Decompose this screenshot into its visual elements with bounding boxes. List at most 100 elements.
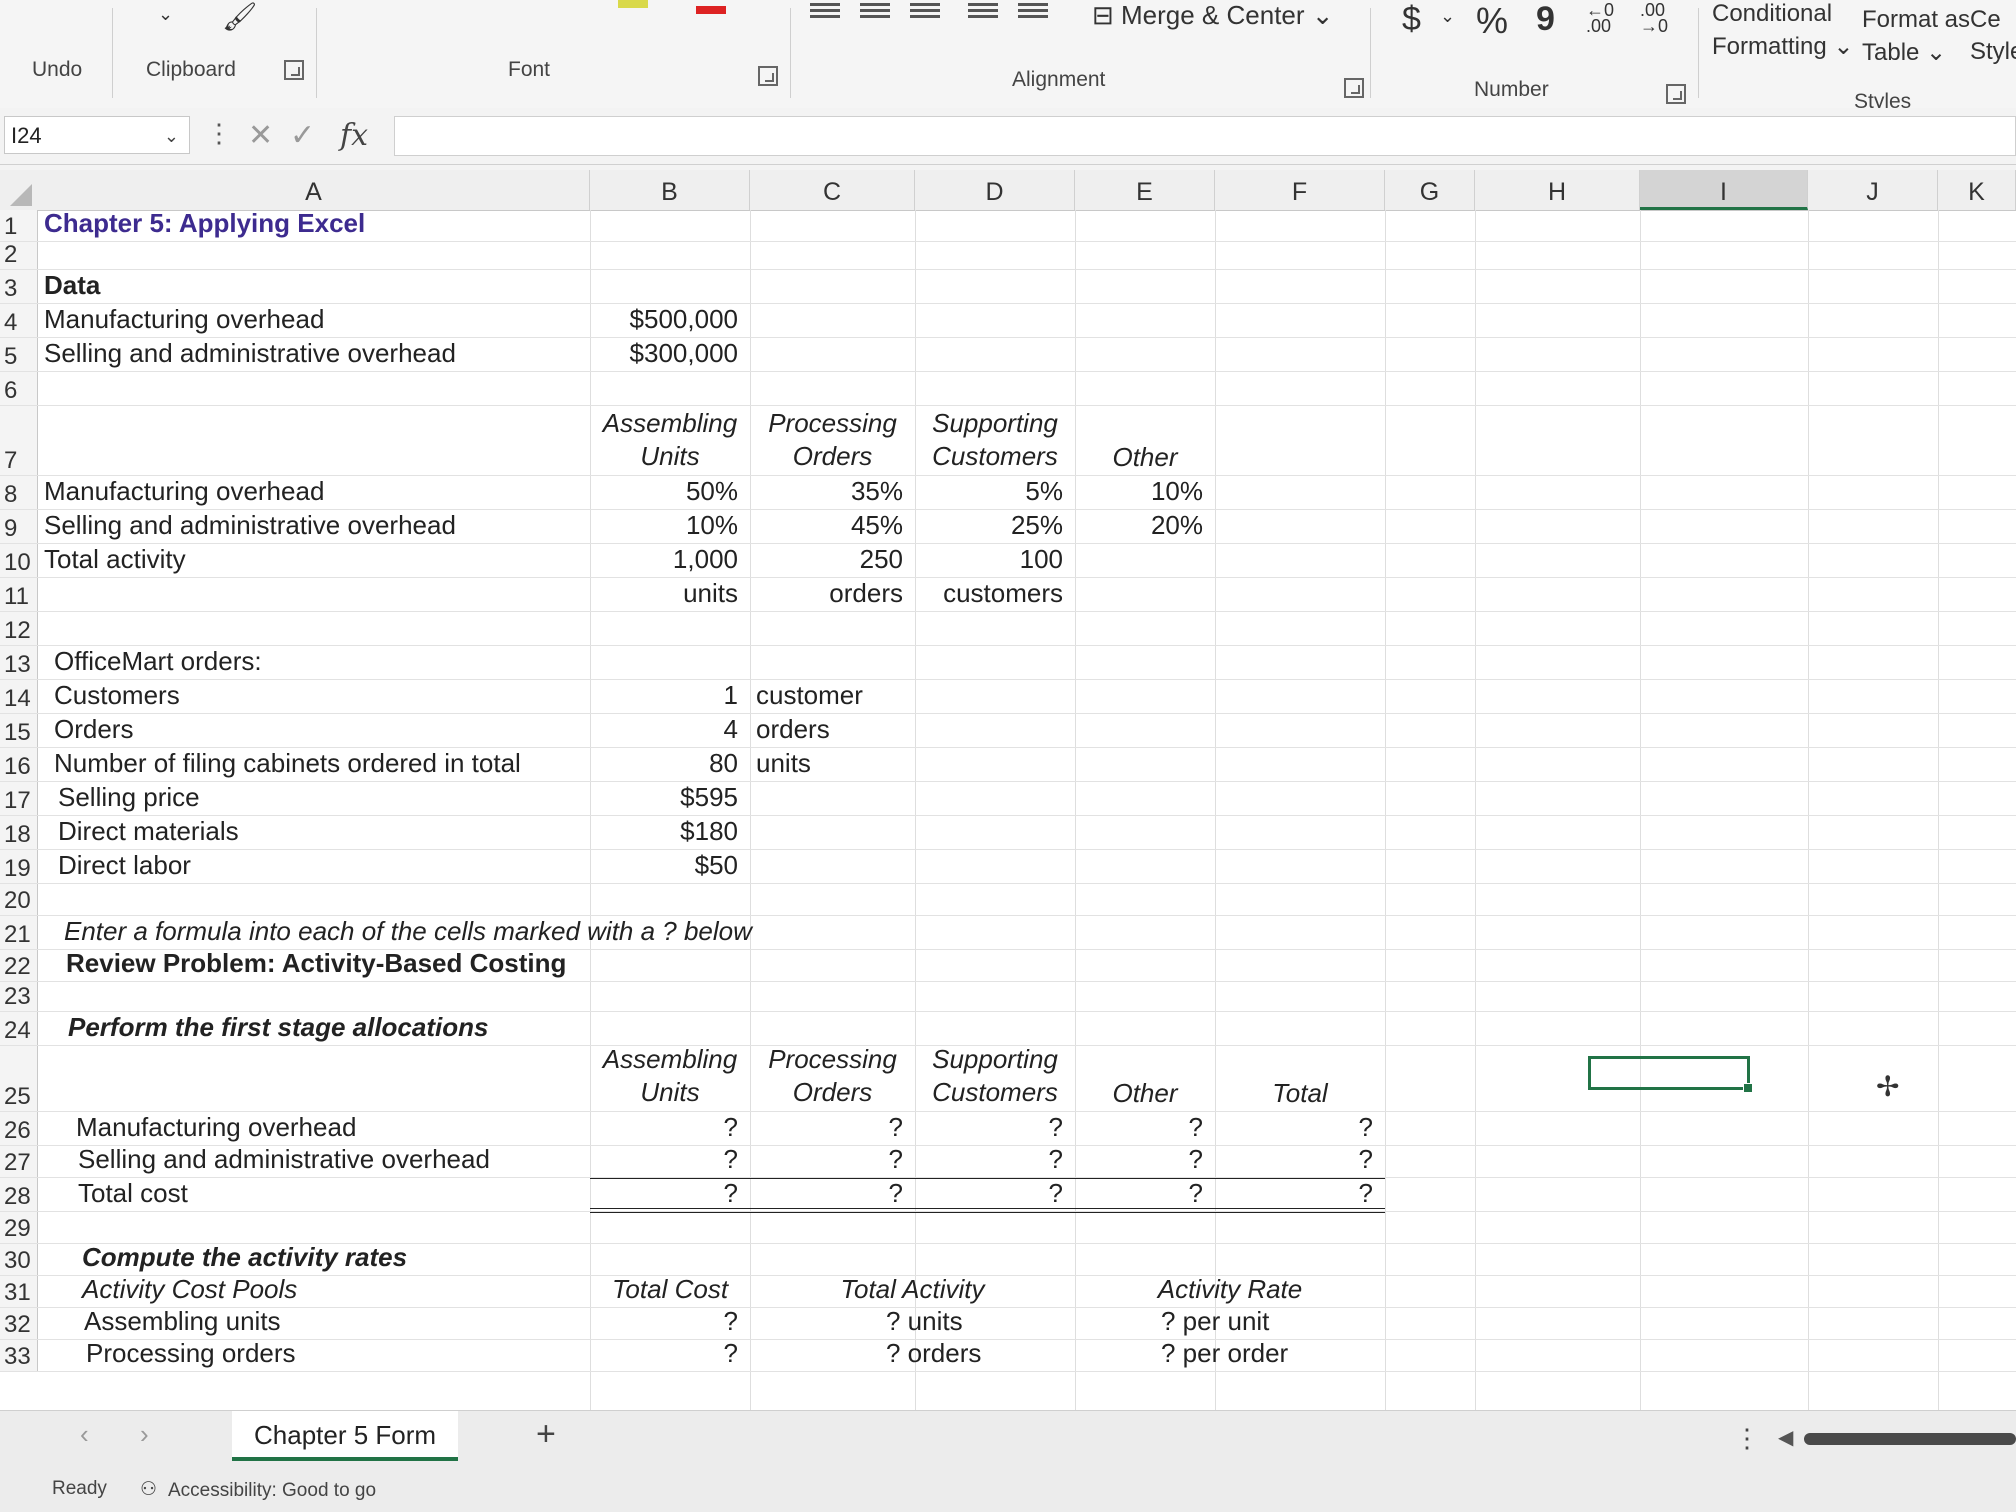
cell-c27[interactable]: ? <box>750 1144 915 1177</box>
row-header[interactable]: 1 <box>0 210 38 241</box>
worksheet-grid[interactable]: A B C D E F G H I J K 1 Chapter 5: Apply… <box>0 170 2016 1410</box>
cell-a4[interactable]: Manufacturing overhead <box>38 304 324 337</box>
increase-decimal-button[interactable]: ←0 .00 <box>1586 1 1620 35</box>
cell-b32[interactable]: ? <box>590 1306 750 1339</box>
row-header[interactable]: 11 <box>0 578 38 611</box>
more-options-icon[interactable]: ⋮ <box>1734 1423 1760 1454</box>
cell-b11[interactable]: units <box>590 578 750 611</box>
row-header[interactable]: 3 <box>0 270 38 303</box>
row-header[interactable]: 27 <box>0 1146 38 1177</box>
cell-e27[interactable]: ? <box>1075 1144 1215 1177</box>
decrease-indent-icon[interactable] <box>968 0 998 24</box>
tab-scroll-right-icon[interactable]: › <box>140 1419 149 1450</box>
cell-a30[interactable]: Compute the activity rates <box>76 1242 407 1275</box>
cell-d9[interactable]: 25% <box>915 510 1075 543</box>
row-header[interactable]: 5 <box>0 338 38 371</box>
cell-c26[interactable]: ? <box>750 1112 915 1145</box>
cell-a24[interactable]: Perform the first stage allocations <box>62 1012 488 1045</box>
cell-b33[interactable]: ? <box>590 1338 750 1371</box>
row-header[interactable]: 2 <box>0 241 38 269</box>
column-header-k[interactable]: K <box>1938 170 2016 210</box>
cell-b16[interactable]: 80 <box>590 748 750 781</box>
tab-scroll-left-icon[interactable]: ‹ <box>80 1419 89 1450</box>
row-header[interactable]: 17 <box>0 782 38 815</box>
cell-d25[interactable]: Supporting Customers <box>915 1044 1075 1111</box>
cell-a18[interactable]: Direct materials <box>52 816 239 849</box>
row-header[interactable]: 21 <box>0 916 38 949</box>
add-sheet-button[interactable]: + <box>536 1415 556 1454</box>
cell-e33[interactable]: ? per order <box>1155 1338 1385 1371</box>
sheet-tab-chapter5[interactable]: Chapter 5 Form <box>232 1411 459 1461</box>
currency-button[interactable]: $ <box>1402 0 1421 39</box>
cell-a33[interactable]: Processing orders <box>80 1338 296 1371</box>
format-as-table-button[interactable]: Format as Table ⌄ <box>1862 6 1970 67</box>
cell-e26[interactable]: ? <box>1075 1112 1215 1145</box>
cell-c11[interactable]: orders <box>750 578 915 611</box>
cell-a15[interactable]: Orders <box>48 714 133 747</box>
cancel-icon[interactable]: ✕ <box>248 118 273 153</box>
name-box-dropdown-icon[interactable]: ⌄ <box>164 117 179 155</box>
column-header-a[interactable]: A <box>38 170 590 210</box>
column-header-j[interactable]: J <box>1808 170 1938 210</box>
cell-a1[interactable]: Chapter 5: Applying Excel <box>38 208 365 241</box>
row-header[interactable]: 30 <box>0 1244 38 1275</box>
cell-b28[interactable]: ? <box>590 1178 750 1211</box>
cell-c31[interactable]: Total Activity <box>750 1274 1075 1307</box>
row-header[interactable]: 26 <box>0 1112 38 1145</box>
percent-button[interactable]: % <box>1476 0 1508 42</box>
cell-b4[interactable]: $500,000 <box>590 304 750 337</box>
column-header-e[interactable]: E <box>1075 170 1215 210</box>
cell-c16[interactable]: units <box>750 748 915 781</box>
name-box[interactable]: I24 ⌄ <box>4 116 190 154</box>
row-header[interactable]: 24 <box>0 1012 38 1045</box>
cell-a14[interactable]: Customers <box>48 680 180 713</box>
cell-a10[interactable]: Total activity <box>38 544 186 577</box>
cell-a22[interactable]: Review Problem: Activity-Based Costing <box>60 948 566 981</box>
cell-a21[interactable]: Enter a formula into each of the cells m… <box>58 916 752 949</box>
align-right-icon[interactable] <box>910 0 940 24</box>
cell-c9[interactable]: 45% <box>750 510 915 543</box>
number-launcher-icon[interactable] <box>1666 84 1686 104</box>
cell-e7[interactable]: Other <box>1075 406 1215 475</box>
horizontal-scrollbar[interactable] <box>1804 1433 2016 1445</box>
row-header[interactable]: 12 <box>0 612 38 645</box>
cell-c8[interactable]: 35% <box>750 476 915 509</box>
row-header[interactable]: 7 <box>0 406 38 475</box>
cell-b31[interactable]: Total Cost <box>590 1274 750 1307</box>
cell-e9[interactable]: 20% <box>1075 510 1215 543</box>
cell-b10[interactable]: 1,000 <box>590 544 750 577</box>
row-header[interactable]: 14 <box>0 680 38 713</box>
cell-b18[interactable]: $180 <box>590 816 750 849</box>
column-header-i[interactable]: I <box>1640 170 1808 210</box>
accessibility-icon[interactable]: ⚇ <box>140 1478 157 1501</box>
merge-center-button[interactable]: ⊟ Merge & Center ⌄ <box>1092 0 1334 31</box>
row-header[interactable]: 20 <box>0 884 38 915</box>
cell-c14[interactable]: customer <box>750 680 915 713</box>
cell-d27[interactable]: ? <box>915 1144 1075 1177</box>
alignment-launcher-icon[interactable] <box>1344 78 1364 98</box>
row-header[interactable]: 10 <box>0 544 38 577</box>
row-header[interactable]: 22 <box>0 950 38 981</box>
cell-b7[interactable]: Assembling Units <box>590 406 750 475</box>
column-header-f[interactable]: F <box>1215 170 1385 210</box>
active-cell-selection[interactable] <box>1588 1056 1753 1093</box>
cell-b26[interactable]: ? <box>590 1112 750 1145</box>
font-color-icon[interactable] <box>696 6 726 14</box>
cell-d28[interactable]: ? <box>915 1178 1075 1211</box>
row-header[interactable]: 28 <box>0 1178 38 1211</box>
cell-e8[interactable]: 10% <box>1075 476 1215 509</box>
cell-e25[interactable]: Other <box>1075 1046 1215 1111</box>
row-header[interactable]: 15 <box>0 714 38 747</box>
cell-b8[interactable]: 50% <box>590 476 750 509</box>
cell-a19[interactable]: Direct labor <box>52 850 191 883</box>
cell-e31[interactable]: Activity Rate <box>1075 1274 1385 1307</box>
row-header[interactable]: 23 <box>0 982 38 1011</box>
row-header[interactable]: 13 <box>0 646 38 679</box>
cell-a26[interactable]: Manufacturing overhead <box>70 1112 356 1145</box>
clipboard-launcher-icon[interactable] <box>284 60 304 80</box>
row-header[interactable]: 19 <box>0 850 38 883</box>
cell-f26[interactable]: ? <box>1215 1112 1385 1145</box>
row-header[interactable]: 6 <box>0 372 38 405</box>
cell-d10[interactable]: 100 <box>915 544 1075 577</box>
cell-e28[interactable]: ? <box>1075 1178 1215 1211</box>
